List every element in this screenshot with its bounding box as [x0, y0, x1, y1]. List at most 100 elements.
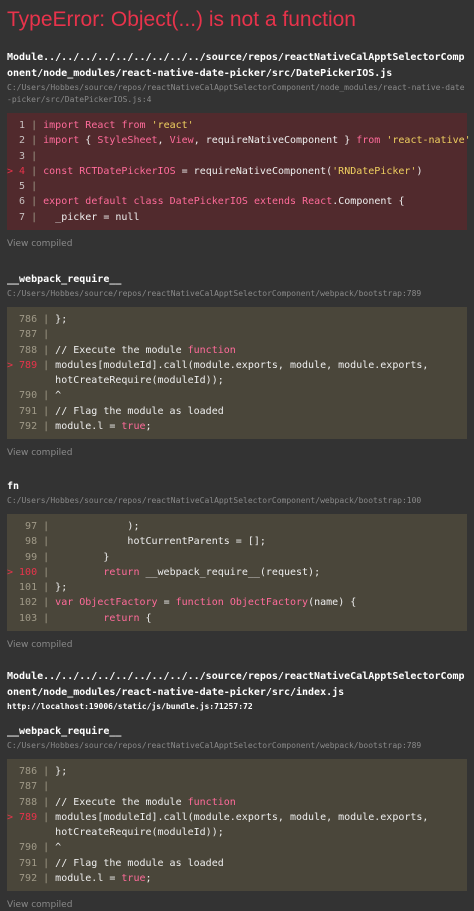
line-number: > 789	[7, 811, 44, 823]
code-line: 792 | module.l = true;	[7, 419, 467, 434]
code-text: import { StyleSheet, View, requireNative…	[43, 135, 471, 147]
code-text: hotCurrentParents = [];	[55, 536, 266, 548]
code-text: modules[moduleId].call(module.exports, m…	[55, 359, 429, 371]
line-number: 5	[7, 181, 32, 193]
line-number: > 789	[7, 359, 44, 371]
code-text: return {	[103, 612, 152, 624]
line-number: 7	[7, 211, 32, 223]
code-text: };	[55, 314, 68, 325]
code-text: // Execute the module function	[55, 344, 236, 356]
code-text: // Flag the module as loaded	[55, 405, 224, 417]
code-text: // Flag the module as loaded	[55, 857, 224, 869]
code-line: 7 | _picker = null	[7, 210, 467, 225]
stack-frame: __webpack_require__ C:/Users/Hobbes/sour…	[0, 272, 474, 458]
code-block: 786 | }; 787 | 788 | // Execute the modu…	[7, 307, 467, 440]
stack-frame: __webpack_require__ C:/Users/Hobbes/sour…	[0, 724, 474, 910]
view-compiled-link[interactable]: View compiled	[7, 239, 467, 249]
code-line: 1 | import React from 'react'	[7, 118, 467, 133]
code-text: ^	[55, 842, 62, 854]
code-text: }	[55, 551, 110, 563]
frame-path: C:/Users/Hobbes/source/repos/reactNative…	[7, 741, 422, 750]
code-line: 3 |	[7, 149, 467, 164]
code-line: 787 |	[7, 327, 467, 342]
line-number: 788	[7, 344, 44, 356]
view-compiled-link[interactable]: View compiled	[7, 900, 467, 910]
code-text: };	[55, 766, 68, 777]
line-number: 790	[7, 390, 44, 402]
view-compiled-link[interactable]: View compiled	[7, 640, 467, 650]
code-line: 787 |	[7, 779, 467, 794]
line-number	[7, 373, 43, 388]
line-number: 97	[7, 521, 44, 532]
line-number: 98	[7, 536, 44, 548]
line-number: 786	[7, 766, 44, 777]
stack-frame: fn C:/Users/Hobbes/source/repos/reactNat…	[0, 479, 474, 650]
code-line: 786 | };	[7, 312, 467, 327]
code-text: module.l = true;	[55, 873, 152, 885]
code-text: );	[55, 521, 140, 532]
code-line: 790 | ^	[7, 388, 467, 403]
line-number: 102	[7, 597, 44, 609]
code-block: 786 | }; 787 | 788 | // Execute the modu…	[7, 759, 467, 892]
code-line: 791 | // Flag the module as loaded	[7, 856, 467, 871]
code-block: 97 | ); 98 | hotCurrentParents = []; 99 …	[7, 514, 467, 632]
line-number: 3	[7, 150, 32, 162]
code-line: hotCreateRequire(moduleId));	[7, 373, 467, 388]
frame-name[interactable]: Module../../../../../../../../../source/…	[7, 50, 467, 82]
code-line: 792 | module.l = true;	[7, 871, 467, 886]
line-number: > 100	[7, 566, 44, 578]
frame-name[interactable]: Module../../../../../../../../../source/…	[7, 669, 467, 701]
line-number: 1	[7, 120, 32, 131]
code-text: _picker = null	[43, 211, 140, 223]
code-line: 97 | );	[7, 519, 467, 534]
frame-path: C:/Users/Hobbes/source/repos/reactNative…	[7, 83, 465, 104]
code-line: 788 | // Execute the module function	[7, 343, 467, 358]
code-text: // Execute the module function	[55, 796, 236, 808]
code-line: 791 | // Flag the module as loaded	[7, 404, 467, 419]
code-line: 101 | };	[7, 580, 467, 595]
frame-path: C:/Users/Hobbes/source/repos/reactNative…	[7, 496, 422, 505]
code-text: hotCreateRequire(moduleId));	[55, 375, 224, 387]
frame-name[interactable]: fn	[7, 479, 467, 495]
code-line: 103 | return {	[7, 611, 467, 626]
code-text: import React from 'react'	[43, 120, 194, 131]
stack-frame: Module../../../../../../../../../source/…	[0, 669, 474, 713]
code-line: 98 | hotCurrentParents = [];	[7, 534, 467, 549]
line-number: 792	[7, 873, 44, 885]
code-text: ^	[55, 390, 62, 402]
code-line: 6 | export default class DatePickerIOS e…	[7, 194, 467, 209]
code-block: 1 | import React from 'react' 2 | import…	[7, 113, 471, 231]
frame-name[interactable]: __webpack_require__	[7, 724, 467, 740]
code-line-highlighted: > 789 | modules[moduleId].call(module.ex…	[7, 358, 467, 373]
code-line: 102 | var ObjectFactory = function Objec…	[7, 595, 467, 610]
error-title: TypeError: Object(...) is not a function	[7, 8, 356, 31]
code-line: hotCreateRequire(moduleId));	[7, 825, 467, 840]
line-number: 2	[7, 135, 32, 147]
code-text: };	[55, 582, 68, 594]
code-text: modules[moduleId].call(module.exports, m…	[55, 811, 429, 823]
line-number: 788	[7, 796, 44, 808]
view-compiled-link[interactable]: View compiled	[7, 448, 467, 458]
stack-frame: Module../../../../../../../../../source/…	[0, 50, 474, 249]
code-text: return __webpack_require__(request);	[103, 566, 321, 578]
code-line: 5 |	[7, 179, 467, 194]
line-number	[7, 825, 43, 840]
line-number: 790	[7, 842, 44, 854]
code-line-highlighted: > 4 | const RCTDatePickerIOS = requireNa…	[7, 164, 467, 179]
code-text: module.l = true;	[55, 421, 152, 433]
frame-name[interactable]: __webpack_require__	[7, 272, 467, 288]
code-line: 788 | // Execute the module function	[7, 795, 467, 810]
code-text: var ObjectFactory = function ObjectFacto…	[55, 597, 357, 609]
code-text: export default class DatePickerIOS exten…	[43, 196, 405, 208]
line-number: > 4	[7, 165, 32, 177]
line-number: 786	[7, 314, 44, 325]
line-number: 787	[7, 781, 44, 793]
code-line: 99 | }	[7, 550, 467, 565]
line-number: 791	[7, 405, 44, 417]
code-text: const RCTDatePickerIOS = requireNativeCo…	[43, 165, 423, 177]
line-number: 6	[7, 196, 32, 208]
line-number: 787	[7, 329, 44, 341]
code-line-highlighted: > 100 | return __webpack_require__(reque…	[7, 565, 467, 580]
code-line: 790 | ^	[7, 840, 467, 855]
frame-path: http://localhost:19006/static/js/bundle.…	[7, 702, 253, 711]
